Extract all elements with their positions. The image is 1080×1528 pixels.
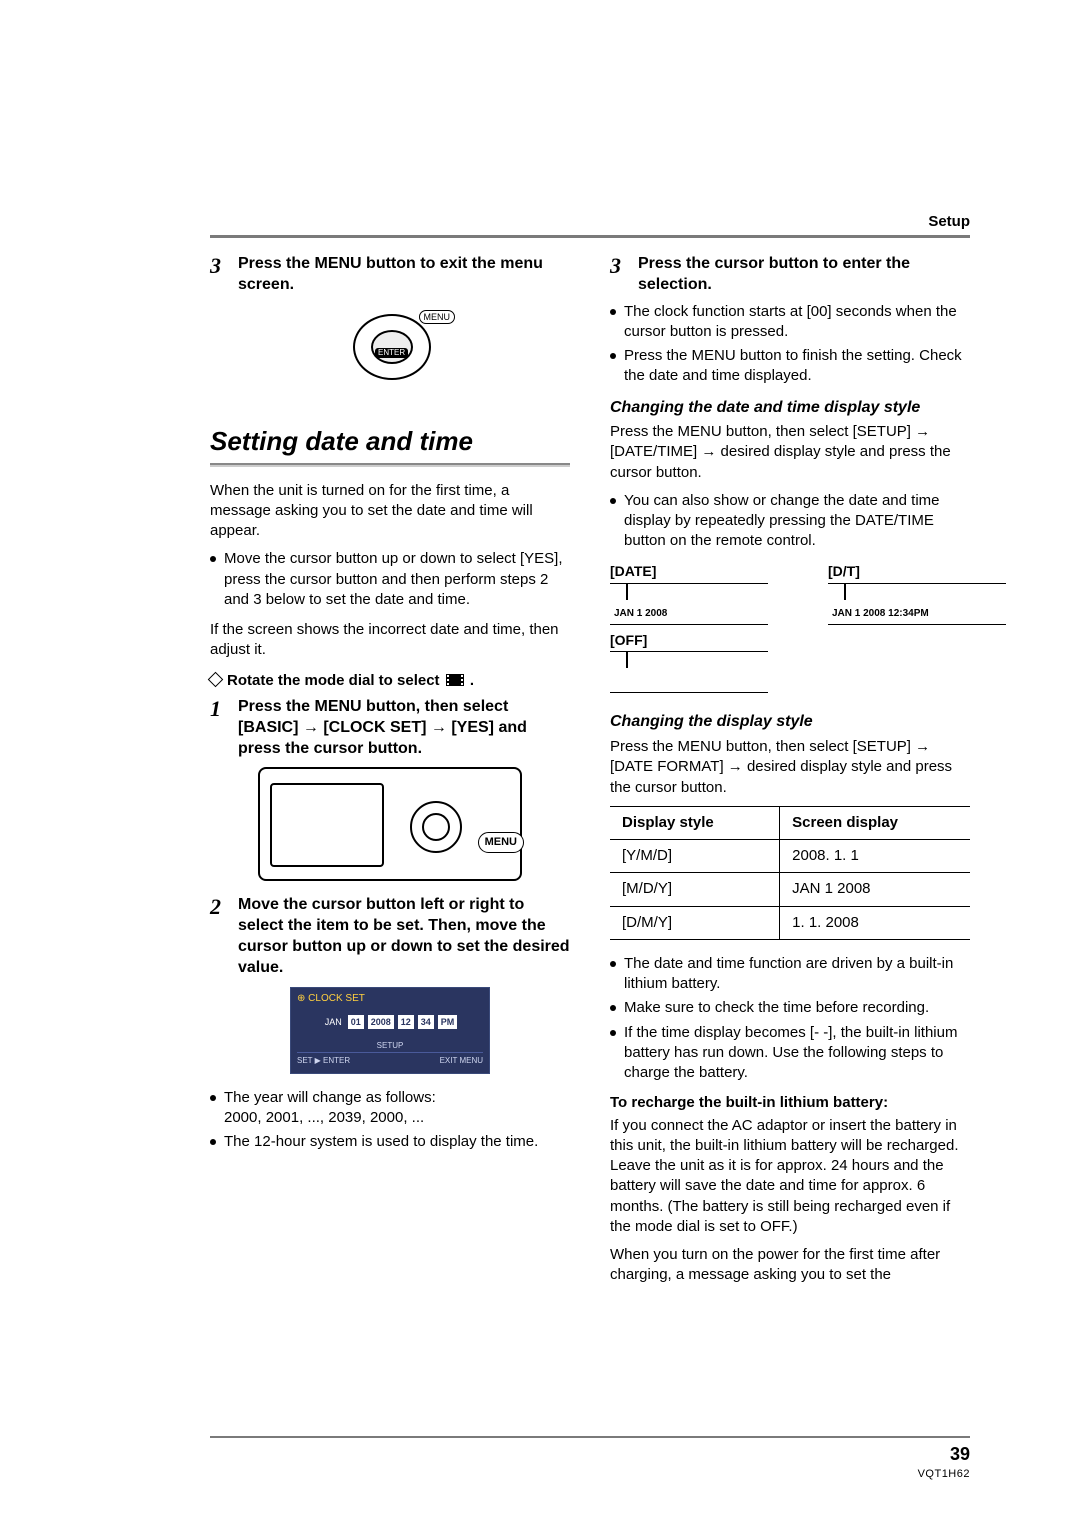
heading-rule	[210, 463, 570, 467]
top-rule	[210, 235, 970, 238]
clock-set-title: ⊕ CLOCK SET	[297, 992, 483, 1006]
off-example-box	[610, 651, 768, 693]
intro-bullets: Move the cursor button up or down to sel…	[210, 549, 570, 610]
recharge-body-2: When you turn on the power for the first…	[610, 1245, 970, 1286]
step-2: 2 Move the cursor button left or right t…	[210, 895, 570, 978]
step-text: Move the cursor button left or right to …	[238, 895, 570, 978]
table-row: [M/D/Y] JAN 1 2008	[610, 873, 970, 906]
list-item: You can also show or change the date and…	[610, 491, 970, 552]
cs-cell: 01	[348, 1015, 364, 1029]
step-1: 1 Press the MENU button, then select [BA…	[210, 697, 570, 759]
cs-set-enter: SET ▶ ENTER	[297, 1056, 350, 1067]
enter-tag-icon: ENTER	[375, 348, 408, 359]
list-item: The 12-hour system is used to display th…	[210, 1132, 570, 1152]
list-item: Press the MENU button to finish the sett…	[610, 346, 970, 387]
heading-setting-date-time: Setting date and time	[210, 424, 570, 459]
list-item: If the time display becomes [- -], the b…	[610, 1023, 970, 1084]
rotate-text: Rotate the mode dial to select	[227, 672, 440, 689]
battery-notes: The date and time function are driven by…	[610, 954, 970, 1084]
step-text: Press the cursor button to enter the sel…	[638, 254, 970, 296]
dt-example-value: JAN 1 2008 12:34PM	[832, 607, 929, 621]
cs-cell: 12	[398, 1015, 414, 1029]
adjust-note: If the screen shows the incorrect date a…	[210, 620, 570, 661]
two-column-layout: 3 Press the MENU button to exit the menu…	[210, 250, 970, 1294]
list-item: The date and time function are driven by…	[610, 954, 970, 995]
table-row: [Y/M/D] 2008. 1. 1	[610, 840, 970, 873]
dt-example-box: JAN 1 2008 12:34PM	[828, 583, 1006, 625]
section-label: Setup	[928, 212, 970, 232]
manual-page: Setup 3 Press the MENU button to exit th…	[0, 0, 1080, 1528]
off-label: [OFF]	[610, 631, 970, 650]
rotate-mode-dial: Rotate the mode dial to select .	[210, 671, 570, 691]
table-header-row: Display style Screen display	[610, 806, 970, 839]
cs-cell: JAN	[323, 1015, 344, 1029]
list-item: Move the cursor button up or down to sel…	[210, 549, 570, 610]
cs-cell: PM	[438, 1015, 458, 1029]
td: 1. 1. 2008	[780, 906, 970, 939]
period: .	[466, 672, 474, 689]
doc-id: VQT1H62	[918, 1467, 970, 1482]
step-number: 3	[210, 254, 228, 278]
diamond-icon	[208, 671, 224, 687]
menu-button-illustration: MENU ENTER	[210, 304, 570, 394]
right-column: 3 Press the cursor button to enter the s…	[610, 250, 970, 1294]
step-number: 1	[210, 697, 228, 721]
step-3-enter-selection: 3 Press the cursor button to enter the s…	[610, 254, 970, 296]
changing-dt-bullet: You can also show or change the date and…	[610, 491, 970, 552]
page-number: 39	[950, 1442, 970, 1466]
cs-cell: 2008	[368, 1015, 394, 1029]
cs-exit: EXIT MENU	[440, 1056, 483, 1067]
step-number: 3	[610, 254, 628, 278]
changing-dt-body: Press the MENU button, then select [SETU…	[610, 422, 970, 483]
date-label: [DATE]	[610, 562, 768, 581]
camera-illustration: MENU	[210, 767, 570, 881]
list-item: The year will change as follows: 2000, 2…	[210, 1088, 570, 1129]
bottom-rule	[210, 1436, 970, 1438]
td: [D/M/Y]	[610, 906, 780, 939]
th-screen-display: Screen display	[780, 806, 970, 839]
off-row: [OFF]	[610, 631, 970, 694]
dt-label: [D/T]	[828, 562, 1006, 581]
td: [Y/M/D]	[610, 840, 780, 873]
date-example-value: JAN 1 2008	[614, 607, 667, 621]
display-style-table: Display style Screen display [Y/M/D] 200…	[610, 806, 970, 940]
step-text: Press the MENU button, then select [BASI…	[238, 697, 570, 759]
th-display-style: Display style	[610, 806, 780, 839]
list-item: The clock function starts at [00] second…	[610, 302, 970, 343]
cs-setup: SETUP	[297, 1041, 483, 1052]
recharge-title: To recharge the built-in lithium battery…	[610, 1093, 970, 1113]
table-row: [D/M/Y] 1. 1. 2008	[610, 906, 970, 939]
year-notes: The year will change as follows: 2000, 2…	[210, 1088, 570, 1153]
td: JAN 1 2008	[780, 873, 970, 906]
td: 2008. 1. 1	[780, 840, 970, 873]
menu-callout-icon: MENU	[478, 832, 524, 853]
menu-tag-icon: MENU	[419, 310, 456, 324]
changing-display-body: Press the MENU button, then select [SETU…	[610, 737, 970, 798]
step-text: Press the MENU button to exit the menu s…	[238, 254, 570, 296]
subhead-changing-display-style: Changing the display style	[610, 711, 970, 733]
recharge-body: If you connect the AC adaptor or insert …	[610, 1116, 970, 1238]
list-item: Make sure to check the time before recor…	[610, 998, 970, 1018]
step3-bullets: The clock function starts at [00] second…	[610, 302, 970, 387]
td: [M/D/Y]	[610, 873, 780, 906]
step-3-exit-menu: 3 Press the MENU button to exit the menu…	[210, 254, 570, 296]
clock-set-screen: ⊕ CLOCK SET JAN 01 2008 12 34 PM SETUP S…	[210, 987, 570, 1074]
video-mode-icon	[446, 674, 464, 686]
cs-cell: 34	[418, 1015, 434, 1029]
step-number: 2	[210, 895, 228, 919]
intro-paragraph: When the unit is turned on for the first…	[210, 481, 570, 542]
left-column: 3 Press the MENU button to exit the menu…	[210, 250, 570, 1294]
date-example-box: JAN 1 2008	[610, 583, 768, 625]
subhead-changing-dt-style: Changing the date and time display style	[610, 397, 970, 419]
date-time-examples: [DATE] JAN 1 2008 [D/T] JAN 1 2008 12:34…	[610, 562, 970, 625]
